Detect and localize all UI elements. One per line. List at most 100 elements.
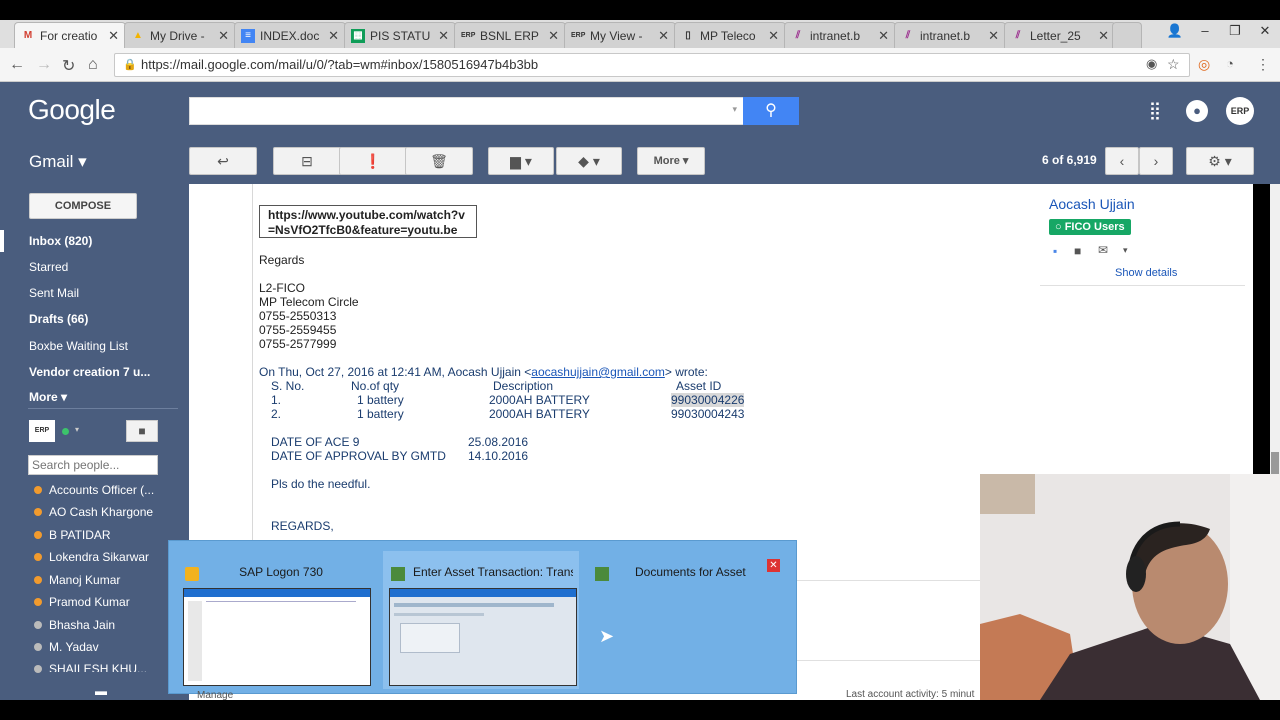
close-tab-icon[interactable]: ✕ — [768, 28, 779, 44]
sidebar-item-sent[interactable]: Sent Mail — [29, 286, 79, 300]
older-button[interactable]: › — [1139, 147, 1173, 175]
sidebar-item-drafts[interactable]: Drafts (66) — [29, 312, 88, 326]
tab-gmail[interactable]: M For creatio ✕ — [14, 22, 126, 48]
notifications-icon[interactable]: ● — [1186, 100, 1208, 122]
close-tab-icon[interactable]: ✕ — [548, 28, 559, 44]
close-window-icon[interactable]: ✕ — [1250, 20, 1280, 42]
group-badge[interactable]: ○ FICO Users — [1049, 219, 1131, 235]
menu-icon[interactable]: ⋮ — [1256, 56, 1270, 73]
tab-bsnl-erp[interactable]: ERP BSNL ERP ✕ — [454, 22, 566, 48]
contact-item[interactable]: Lokendra Sikarwar — [49, 550, 149, 564]
contact-item[interactable]: M. Yadav — [49, 640, 99, 654]
search-people-input[interactable] — [28, 455, 158, 475]
extension-icon[interactable]: ◎ — [1198, 56, 1210, 73]
status-dropdown-icon[interactable]: ▾ — [75, 425, 79, 434]
video-icon[interactable]: ■ — [1074, 244, 1081, 258]
contact-item[interactable]: Bhasha Jain — [49, 618, 115, 632]
quote-email-link[interactable]: aocashujjain@gmail.com — [531, 365, 665, 379]
taskbar-preview: SAP Logon 730 Enter Asset Transaction: T… — [168, 540, 797, 694]
preview-sap-logon[interactable]: SAP Logon 730 — [177, 551, 373, 689]
contact-item[interactable]: Pramod Kumar — [49, 595, 130, 609]
hangouts-avatar[interactable]: ERP — [29, 420, 55, 442]
scrollbar-thumb[interactable] — [1271, 452, 1279, 474]
tab-my-view[interactable]: ERP My View - ✕ — [564, 22, 676, 48]
address-bar[interactable]: 🔒 https://mail.google.com/mail/u/0/?tab=w… — [114, 53, 1190, 77]
sidebar-item-starred[interactable]: Starred — [29, 260, 68, 274]
contact-item[interactable]: AO Cash Khargone — [49, 505, 153, 519]
more-button[interactable]: More ▾ — [637, 147, 705, 175]
chevron-down-icon[interactable]: ▾ — [1123, 245, 1128, 256]
close-tab-icon[interactable]: ✕ — [1098, 28, 1109, 44]
preview-documents-for-asset[interactable]: Documents for Asset — [587, 551, 783, 689]
report-spam-button[interactable]: ❗ — [339, 147, 407, 175]
last-activity-text: Last account activity: 5 minut — [846, 689, 975, 700]
close-tab-icon[interactable]: ✕ — [658, 28, 669, 44]
online-status-icon[interactable] — [62, 428, 69, 435]
preview-asset-transaction[interactable]: Enter Asset Transaction: Transfe... — [383, 551, 579, 689]
forward-icon[interactable]: → — [36, 56, 52, 74]
show-details-link[interactable]: Show details — [1115, 267, 1177, 279]
sidebar-item-inbox[interactable]: Inbox (820) — [29, 234, 92, 248]
gmail-app-switcher[interactable]: Gmail ▾ — [29, 152, 87, 172]
close-tab-icon[interactable]: ✕ — [328, 28, 339, 44]
search-button[interactable]: ⚲ — [743, 97, 799, 125]
tab-drive[interactable]: ▲ My Drive - ✕ — [124, 22, 236, 48]
close-tab-icon[interactable]: ✕ — [438, 28, 449, 44]
regards-caps-text: REGARDS, — [271, 519, 334, 533]
youtube-link[interactable]: https://www.youtube.com/watch?v=NsVfO2Tf… — [259, 205, 477, 238]
archive-button[interactable]: ⊟ — [273, 147, 341, 175]
profile-icon[interactable]: 👤 — [1160, 20, 1190, 42]
table-header: No.of qty — [351, 379, 400, 393]
tab-intranet-2[interactable]: ⫽ intranet.b ✕ — [894, 22, 1006, 48]
video-call-button[interactable]: ■ — [126, 420, 158, 442]
search-input[interactable]: ▾ — [189, 97, 744, 125]
contact-item[interactable]: Manoj Kumar — [49, 573, 120, 587]
bookmark-star-icon[interactable]: ☆ — [1167, 56, 1180, 73]
sender-name[interactable]: Aocash Ujjain — [1049, 196, 1135, 212]
tab-docs[interactable]: ≡ INDEX.doc ✕ — [234, 22, 346, 48]
google-logo[interactable]: Google — [28, 94, 116, 126]
webcam-person-image — [980, 474, 1280, 700]
quote-border — [252, 184, 253, 584]
chat-bubble-icon[interactable]: ▪ — [1053, 244, 1057, 258]
contact-item[interactable]: Accounts Officer (... — [49, 483, 154, 497]
chat-icon[interactable]: ▬ — [95, 684, 107, 698]
close-tab-icon[interactable]: ✕ — [878, 28, 889, 44]
new-tab-button[interactable] — [1112, 22, 1142, 48]
close-icon[interactable]: ✕ — [767, 559, 780, 572]
signature-line: 0755-2577999 — [259, 337, 337, 351]
delete-button[interactable]: 🗑 — [405, 147, 473, 175]
compose-button[interactable]: COMPOSE — [29, 193, 137, 219]
back-icon[interactable]: ← — [9, 56, 25, 74]
search-icon: ⚲ — [765, 102, 777, 119]
reload-icon[interactable]: ↻ — [62, 56, 75, 76]
restore-icon[interactable]: ❐ — [1220, 20, 1250, 42]
close-tab-icon[interactable]: ✕ — [108, 28, 119, 44]
eye-icon[interactable]: ◉ — [1146, 56, 1157, 72]
reply-back-button[interactable]: ↩ — [189, 147, 257, 175]
tab-letter[interactable]: ⫽ Letter_25 ✕ — [1004, 22, 1116, 48]
close-tab-icon[interactable]: ✕ — [988, 28, 999, 44]
minimize-icon[interactable]: – — [1190, 20, 1220, 42]
sidebar-item-boxbe[interactable]: Boxbe Waiting List — [29, 339, 128, 353]
tab-sheets[interactable]: ▦ PIS STATU ✕ — [344, 22, 456, 48]
manage-text[interactable]: Manage — [197, 690, 233, 700]
home-icon[interactable]: ⌂ — [88, 56, 98, 74]
sidebar-item-more[interactable]: More ▾ — [29, 390, 67, 404]
labels-button[interactable]: ◆ ▾ — [556, 147, 622, 175]
tab-mp-telecom[interactable]: ▯ MP Teleco ✕ — [674, 22, 786, 48]
contact-item[interactable]: B PATIDAR — [49, 528, 111, 542]
tab-intranet-1[interactable]: ⫽ intranet.b ✕ — [784, 22, 896, 48]
move-to-button[interactable]: ▆ ▾ — [488, 147, 554, 175]
search-options-icon[interactable]: ▾ — [732, 104, 737, 115]
extension-icon[interactable]: ◔ — [1226, 56, 1234, 71]
sidebar-item-vendor-creation[interactable]: Vendor creation 7 u... — [29, 365, 150, 379]
contact-item[interactable]: SHAILESH KHU... — [49, 662, 147, 672]
newer-button[interactable]: ‹ — [1105, 147, 1139, 175]
mail-icon[interactable]: ✉ — [1098, 243, 1108, 257]
table-cell-selected[interactable]: 99030004226 — [671, 393, 745, 407]
account-avatar[interactable]: ERP — [1226, 97, 1254, 125]
close-tab-icon[interactable]: ✕ — [218, 28, 229, 44]
settings-button[interactable]: ⚙ ▾ — [1186, 147, 1254, 175]
apps-grid-icon[interactable]: ⣿ — [1144, 100, 1166, 122]
